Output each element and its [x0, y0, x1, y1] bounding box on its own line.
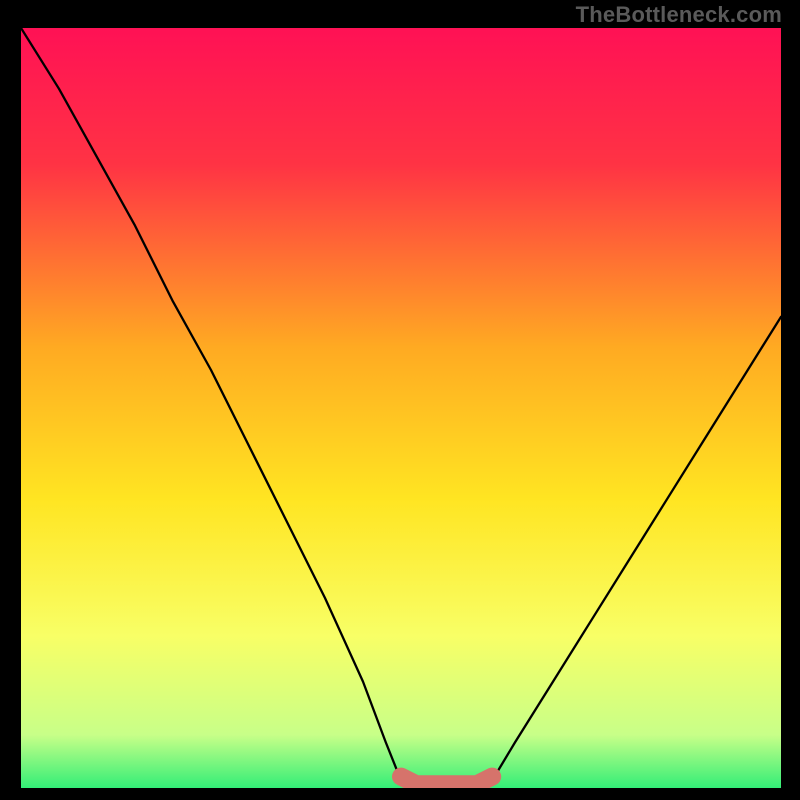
chart-frame: TheBottleneck.com: [0, 0, 800, 800]
gradient-background: [21, 28, 781, 788]
bottleneck-plot: [21, 28, 781, 788]
watermark-label: TheBottleneck.com: [576, 2, 782, 28]
optimal-band-path: [401, 777, 492, 785]
